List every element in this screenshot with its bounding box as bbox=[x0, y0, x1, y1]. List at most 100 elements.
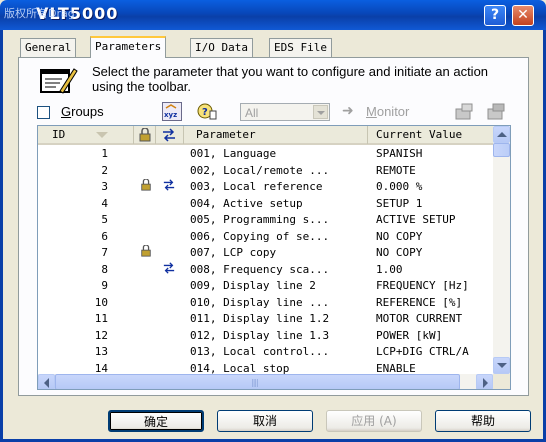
row-parameter: 010, Display line ... bbox=[190, 295, 330, 309]
row-id: 13 bbox=[94, 345, 108, 358]
table-row[interactable]: 3 003, Local reference 0.000 % bbox=[38, 179, 493, 196]
table-row[interactable]: 5 005, Programming s... ACTIVE SETUP bbox=[38, 212, 493, 229]
arrow-right-icon: ➜ bbox=[342, 103, 354, 119]
row-current-value: SETUP 1 bbox=[376, 196, 423, 210]
column-header-parameter[interactable]: Parameter bbox=[184, 126, 368, 144]
lock-icon bbox=[140, 179, 154, 196]
link-arrows-icon bbox=[163, 128, 175, 142]
sort-xyz-icon[interactable]: xyz bbox=[162, 102, 182, 121]
column-header-link[interactable] bbox=[156, 126, 184, 144]
table-row[interactable]: 4 004, Active setup SETUP 1 bbox=[38, 196, 493, 213]
row-id: 10 bbox=[94, 295, 108, 309]
row-current-value: POWER [kW] bbox=[376, 328, 443, 342]
row-id: 3 bbox=[101, 180, 108, 193]
table-row[interactable]: 2 002, Local/remote ... REMOTE bbox=[38, 163, 493, 180]
row-current-value: NO COPY bbox=[376, 229, 423, 243]
column-header-id[interactable]: ID bbox=[38, 126, 134, 144]
row-parameter: 005, Programming s... bbox=[190, 213, 330, 226]
monitor-button[interactable]: Monitor bbox=[366, 104, 409, 119]
row-id: 9 bbox=[101, 279, 108, 292]
row-current-value: LCP+DIG CTRL/A bbox=[376, 345, 469, 358]
row-id: 4 bbox=[101, 196, 108, 210]
row-current-value: 0.000 % bbox=[376, 180, 423, 193]
ok-button[interactable]: 确定 bbox=[108, 410, 204, 432]
table-row[interactable]: 9 009, Display line 2 FREQUENCY [Hz] bbox=[38, 278, 493, 295]
svg-text:xyz: xyz bbox=[164, 111, 177, 119]
lock-icon bbox=[139, 128, 151, 142]
chevron-down-icon[interactable] bbox=[313, 105, 328, 119]
scroll-left-button[interactable] bbox=[38, 374, 55, 389]
scroll-right-button[interactable] bbox=[476, 374, 493, 389]
groups-checkbox[interactable] bbox=[37, 106, 50, 119]
svg-text:?: ? bbox=[202, 107, 208, 118]
column-header-current-value[interactable]: Current Value bbox=[368, 126, 493, 144]
row-id: 1 bbox=[101, 147, 108, 160]
download-device-icon[interactable] bbox=[454, 102, 474, 121]
table-row[interactable]: 1 001, Language SPANISH bbox=[38, 146, 493, 163]
filter-dropdown[interactable]: All bbox=[240, 103, 330, 121]
sort-arrow-icon bbox=[96, 132, 108, 138]
row-parameter: 001, Language bbox=[190, 147, 277, 160]
row-parameter: 006, Copying of se... bbox=[190, 229, 330, 243]
row-parameter: 013, Local control... bbox=[190, 345, 330, 358]
table-row[interactable]: 12 012, Display line 1.3 POWER [kW] bbox=[38, 328, 493, 345]
row-current-value: FREQUENCY [Hz] bbox=[376, 279, 469, 292]
row-current-value: MOTOR CURRENT bbox=[376, 312, 463, 325]
lock-icon bbox=[140, 245, 154, 262]
tab-eds-file[interactable]: EDS File bbox=[269, 38, 332, 57]
row-current-value: ACTIVE SETUP bbox=[376, 213, 456, 226]
vertical-scroll-thumb[interactable] bbox=[493, 143, 510, 157]
table-row[interactable]: 8 008, Frequency sca... 1.00 bbox=[38, 261, 493, 279]
row-parameter: 011, Display line 1.2 bbox=[190, 312, 330, 325]
row-current-value: NO COPY bbox=[376, 246, 423, 259]
table-row[interactable]: 13 013, Local control... LCP+DIG CTRL/A bbox=[38, 344, 493, 361]
row-current-value: SPANISH bbox=[376, 147, 423, 160]
table-row[interactable]: 10 010, Display line ... REFERENCE [%] bbox=[38, 295, 493, 312]
instruction-text: Select the parameter that you want to co… bbox=[92, 64, 489, 94]
column-header-lock[interactable] bbox=[134, 126, 156, 144]
title-bar: VLT5000 版权所有Drag ? ✕ bbox=[0, 0, 546, 30]
row-current-value: REMOTE bbox=[376, 163, 416, 177]
row-parameter: 008, Frequency sca... bbox=[190, 262, 330, 276]
chevron-right-icon bbox=[483, 378, 488, 388]
row-parameter: 004, Active setup bbox=[190, 196, 303, 210]
filter-value: All bbox=[245, 106, 259, 120]
help-caption-button[interactable]: ? bbox=[484, 5, 506, 26]
tab-parameters[interactable]: Parameters bbox=[90, 36, 167, 58]
table-row[interactable]: 6 006, Copying of se... NO COPY bbox=[38, 229, 493, 246]
row-id: 2 bbox=[101, 163, 108, 177]
tab-io-data[interactable]: I/O Data bbox=[190, 38, 253, 57]
list-header: ID Parameter Current Value bbox=[38, 126, 493, 145]
scrollbar-corner bbox=[493, 374, 510, 389]
row-parameter: 012, Display line 1.3 bbox=[190, 328, 330, 342]
list-rows: 1 001, Language SPANISH 2 002, Local/remote … bbox=[38, 146, 493, 377]
chevron-down-icon bbox=[497, 363, 507, 368]
vertical-scrollbar[interactable] bbox=[493, 126, 510, 374]
close-button[interactable]: ✕ bbox=[512, 5, 534, 26]
edit-document-icon bbox=[40, 68, 78, 94]
table-row[interactable]: 11 011, Display line 1.2 MOTOR CURRENT bbox=[38, 311, 493, 328]
parameter-list[interactable]: ID Parameter Current Value 1 001, Languag… bbox=[37, 125, 511, 390]
groups-label: Groups bbox=[61, 104, 104, 119]
link-arrows-icon bbox=[162, 261, 178, 279]
chevron-up-icon bbox=[497, 132, 507, 137]
upload-device-icon[interactable] bbox=[486, 102, 506, 121]
help-button[interactable]: 帮助 bbox=[435, 410, 531, 432]
row-id: 8 bbox=[101, 262, 108, 276]
parameter-help-icon[interactable]: ? bbox=[197, 102, 217, 121]
table-row[interactable]: 7 007, LCP copy NO COPY bbox=[38, 245, 493, 262]
cancel-button[interactable]: 取消 bbox=[217, 410, 313, 432]
horizontal-scroll-thumb[interactable]: |||| bbox=[55, 374, 460, 389]
row-parameter: 007, LCP copy bbox=[190, 246, 277, 259]
row-parameter: 009, Display line 2 bbox=[190, 279, 316, 292]
row-current-value: 1.00 bbox=[376, 262, 403, 276]
row-id: 11 bbox=[94, 312, 108, 325]
horizontal-scrollbar[interactable]: |||| bbox=[38, 374, 493, 389]
scroll-up-button[interactable] bbox=[493, 126, 510, 143]
apply-button[interactable]: 应用 (A) bbox=[326, 410, 422, 432]
row-id: 5 bbox=[101, 213, 108, 226]
row-current-value: REFERENCE [%] bbox=[376, 295, 463, 309]
row-id: 12 bbox=[94, 328, 108, 342]
scroll-down-button[interactable] bbox=[493, 357, 510, 374]
tab-general[interactable]: General bbox=[20, 38, 77, 57]
